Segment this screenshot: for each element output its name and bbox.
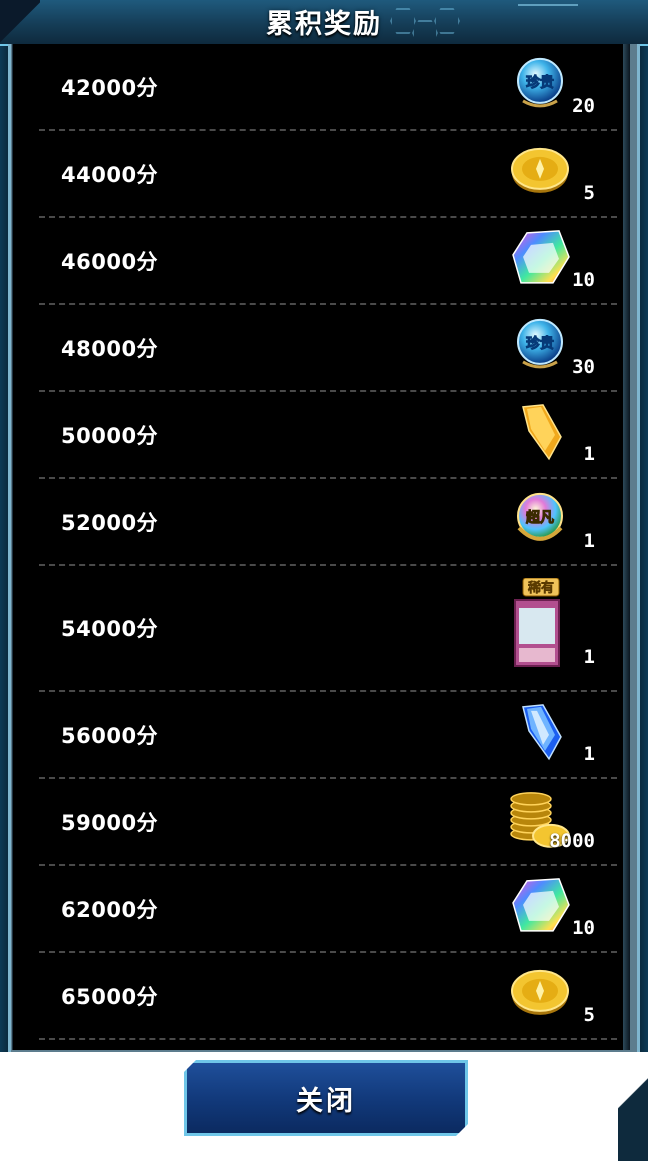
reward-row: 46000分 10 — [39, 218, 617, 305]
reward-row: 48000分 珍贵 30 — [39, 305, 617, 392]
reward-score: 62000分 — [61, 897, 159, 922]
reward-score: 59000分 — [61, 810, 159, 835]
reward-row: 42000分 珍贵 20 — [39, 44, 617, 131]
reward-score: 52000分 — [61, 510, 159, 535]
reward-row-partial — [39, 1040, 617, 1050]
reward-quantity: 5 — [583, 1004, 595, 1026]
rare-card-icon[interactable]: 稀有 — [509, 577, 571, 678]
reward-quantity: 1 — [583, 443, 595, 465]
svg-text:珍贵: 珍贵 — [526, 334, 554, 351]
scrollbar[interactable] — [623, 44, 630, 1050]
reward-row: 62000分 10 — [39, 866, 617, 953]
svg-text:珍贵: 珍贵 — [526, 73, 554, 90]
reward-quantity: 1 — [583, 530, 595, 552]
reward-score: 42000分 — [61, 75, 159, 100]
gold-shard-icon[interactable] — [509, 400, 571, 462]
reward-quantity: 8000 — [549, 830, 595, 852]
reward-score: 50000分 — [61, 423, 159, 448]
reward-quantity: 20 — [572, 95, 595, 117]
close-button[interactable]: 关闭 — [184, 1060, 468, 1136]
reward-quantity: 5 — [583, 182, 595, 204]
svg-text:稀有: 稀有 — [528, 580, 554, 596]
reward-score: 65000分 — [61, 984, 159, 1009]
reward-row: 56000分 1 — [39, 692, 617, 779]
gem-orb-icon[interactable]: 珍贵 — [509, 52, 571, 114]
reward-row: 44000分 5 — [39, 131, 617, 218]
rainbow-crystal-icon[interactable] — [509, 226, 571, 288]
reward-list[interactable]: 42000分 珍贵 20 44000分 5 46000分 10 48000分 珍… — [12, 44, 626, 1050]
rainbow-crystal-icon[interactable] — [509, 874, 571, 936]
reward-quantity: 30 — [572, 356, 595, 378]
reward-quantity: 10 — [572, 917, 595, 939]
reward-score: 44000分 — [61, 162, 159, 187]
reward-quantity: 1 — [583, 646, 595, 668]
blue-shard-icon[interactable] — [509, 700, 571, 762]
reward-row: 52000分 超凡 1 — [39, 479, 617, 566]
footer-decoration — [618, 1052, 648, 1161]
svg-text:超凡: 超凡 — [525, 508, 554, 525]
gold-coin-icon[interactable] — [509, 139, 571, 201]
title-bar: 累积奖励 — [0, 0, 648, 46]
reward-score: 54000分 — [61, 617, 159, 641]
reward-row: 54000分 稀有 1 — [39, 566, 617, 692]
gem-orb-icon[interactable]: 珍贵 — [509, 313, 571, 375]
reward-row: 50000分 1 — [39, 392, 617, 479]
ultra-orb-icon[interactable]: 超凡 — [509, 487, 571, 549]
reward-row: 59000分 8000 — [39, 779, 617, 866]
reward-score: 56000分 — [61, 723, 159, 748]
reward-quantity: 10 — [572, 269, 595, 291]
reward-quantity: 1 — [583, 743, 595, 765]
reward-score: 46000分 — [61, 249, 159, 274]
page-title: 累积奖励 — [266, 9, 382, 40]
gold-coin-icon[interactable] — [509, 961, 571, 1023]
reward-score: 48000分 — [61, 336, 159, 361]
reward-row: 65000分 5 — [39, 953, 617, 1040]
